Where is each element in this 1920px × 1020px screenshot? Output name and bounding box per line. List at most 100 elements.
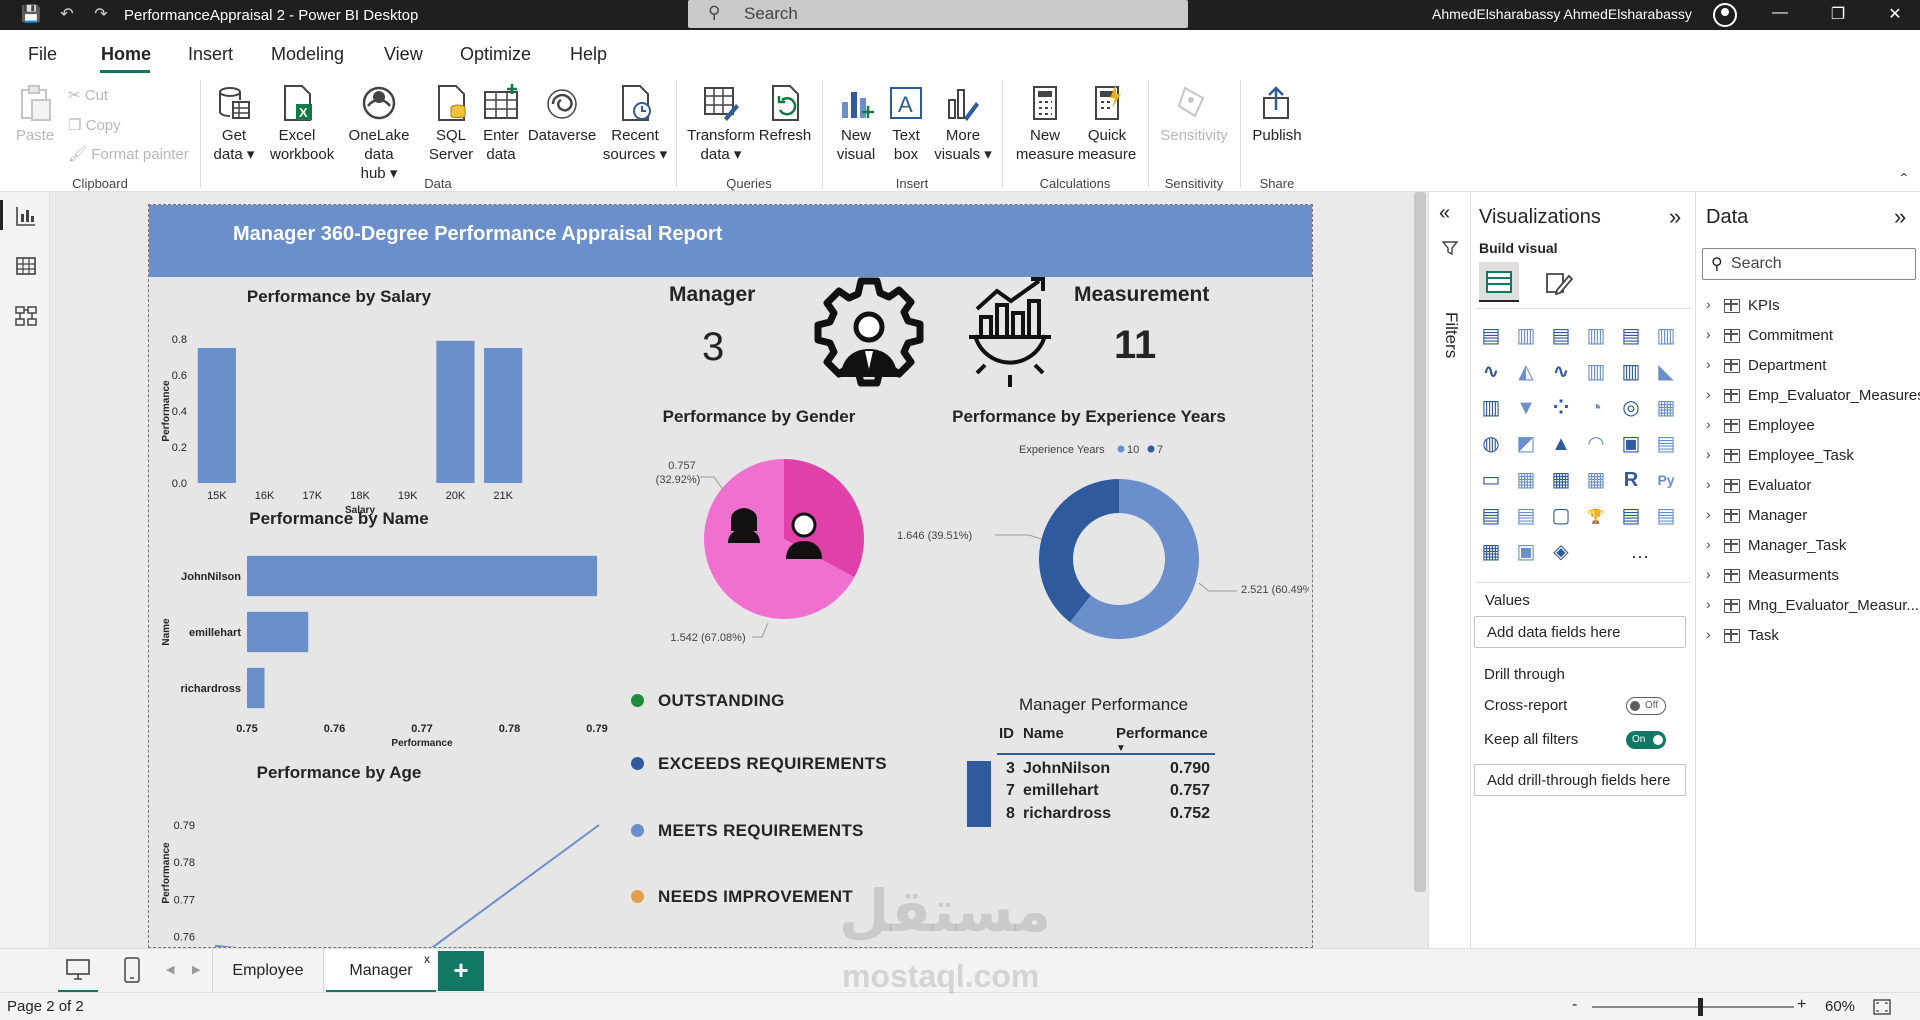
scroll-tabs-right-icon[interactable]: ▶ — [192, 963, 200, 976]
data-table-item[interactable]: › Manager — [1704, 502, 1919, 532]
zoom-out-button[interactable]: - — [1572, 996, 1577, 1014]
decomposition-visual-icon[interactable]: ▤ — [1514, 504, 1538, 528]
expand-chevron-icon[interactable]: › — [1706, 596, 1711, 612]
donut-slice[interactable] — [1039, 479, 1119, 623]
menu-help[interactable]: Help — [570, 44, 607, 65]
title-search-box[interactable]: ⚲ Search — [688, 0, 1188, 28]
stacked-column-visual-icon[interactable]: ▥ — [1514, 324, 1538, 348]
experience-donut-chart[interactable]: Experience Years 10 7 2.521 (60.49%) 1.646 (… — [889, 433, 1309, 647]
data-table-item[interactable]: › Mng_Evaluator_Measur... — [1704, 592, 1919, 622]
report-view-icon[interactable] — [14, 204, 38, 228]
qa-visual-icon[interactable]: ▢ — [1549, 504, 1573, 528]
card-visual-icon[interactable]: ▣ — [1619, 432, 1643, 456]
pie-visual-icon[interactable]: ◔ — [1584, 396, 1608, 420]
expand-filters-icon[interactable]: « — [1439, 202, 1450, 225]
table-header-id[interactable]: ID — [999, 725, 1014, 742]
data-table-item[interactable]: › KPIs — [1704, 292, 1919, 322]
refresh-button[interactable]: Refresh — [758, 84, 812, 145]
expand-chevron-icon[interactable]: › — [1706, 476, 1711, 492]
recent-sources-button[interactable]: Recent sources ▾ — [602, 84, 668, 164]
area-visual-icon[interactable]: ◭ — [1514, 360, 1538, 384]
more-visuals-button[interactable]: More visuals ▾ — [932, 84, 994, 164]
map-visual-icon[interactable]: ◍ — [1479, 432, 1503, 456]
donut-visual-icon[interactable]: ◎ — [1619, 396, 1643, 420]
new-visual-button[interactable]: New visual — [832, 84, 880, 164]
azure-map-visual-icon[interactable]: ▲ — [1549, 432, 1573, 456]
quick-measure-button[interactable]: Quick measure — [1076, 84, 1138, 164]
treemap-visual-icon[interactable]: ▦ — [1654, 396, 1678, 420]
power-apps-visual-icon[interactable]: ▤ — [1654, 504, 1678, 528]
paste-button[interactable]: Paste — [14, 84, 56, 145]
onelake-data-hub-button[interactable]: OneLake data hub ▾ — [332, 84, 426, 183]
page-tab-employee[interactable]: Employee — [212, 949, 324, 993]
build-visual-tab[interactable] — [1479, 262, 1519, 302]
zoom-slider-track[interactable] — [1592, 1006, 1794, 1008]
expand-chevron-icon[interactable]: › — [1706, 386, 1711, 402]
zoom-level[interactable]: 60% — [1825, 998, 1855, 1015]
100-column-visual-icon[interactable]: ▥ — [1654, 324, 1678, 348]
sql-server-button[interactable]: SQL Server — [428, 84, 474, 164]
more-visuals-ellipsis[interactable]: ··· — [1631, 546, 1649, 567]
gender-pie-chart[interactable]: 0.757 (32.92%) 1.542 (67.08%) — [634, 433, 894, 647]
name-bar[interactable] — [247, 611, 309, 653]
filled-map-visual-icon[interactable]: ◩ — [1514, 432, 1538, 456]
ribbon-visual-icon[interactable]: ◣ — [1654, 360, 1678, 384]
expand-chevron-icon[interactable]: › — [1706, 506, 1711, 522]
text-box-button[interactable]: A Text box — [884, 84, 928, 164]
data-table-item[interactable]: › Employee_Task — [1704, 442, 1919, 472]
data-search-input[interactable]: ⚲ Search — [1702, 248, 1916, 280]
transform-data-button[interactable]: Transform data ▾ — [686, 84, 756, 164]
redo-icon[interactable]: ↷ — [90, 4, 112, 26]
format-visual-icon[interactable] — [1543, 268, 1573, 298]
collapse-visualizations-icon[interactable]: » — [1669, 204, 1681, 230]
copy-button[interactable]: ❐ Copy — [68, 116, 121, 134]
zoom-in-button[interactable]: + — [1797, 996, 1806, 1014]
expand-chevron-icon[interactable]: › — [1706, 416, 1711, 432]
expand-chevron-icon[interactable]: › — [1706, 566, 1711, 582]
data-table-item[interactable]: › Measurments — [1704, 562, 1919, 592]
page-tab-manager[interactable]: Manager x — [326, 949, 436, 993]
table-view-icon[interactable] — [14, 254, 38, 278]
funnel-visual-icon[interactable]: ▼ — [1514, 396, 1538, 420]
salary-bar[interactable] — [436, 340, 475, 483]
r-script-visual-icon[interactable]: R — [1619, 468, 1643, 492]
cross-report-toggle[interactable]: Off — [1626, 697, 1666, 715]
excel-workbook-button[interactable]: X Excel workbook — [270, 84, 334, 164]
expand-chevron-icon[interactable]: › — [1706, 356, 1711, 372]
salary-bar[interactable] — [484, 348, 523, 483]
waterfall-visual-icon[interactable]: ▥ — [1479, 396, 1503, 420]
close-window-icon[interactable]: ✕ — [1880, 4, 1910, 24]
add-drill-through-dropzone[interactable]: Add drill-through fields here — [1474, 764, 1686, 796]
metrics-visual-icon[interactable]: ◈ — [1549, 540, 1573, 564]
user-name[interactable]: AhmedElsharabassy AhmedElsharabassy — [1432, 6, 1692, 22]
expand-chevron-icon[interactable]: › — [1706, 536, 1711, 552]
menu-optimize[interactable]: Optimize — [460, 44, 531, 65]
minimize-icon[interactable]: — — [1765, 4, 1795, 22]
close-tab-icon[interactable]: x — [424, 937, 430, 981]
mobile-layout-icon[interactable] — [124, 957, 140, 983]
expand-chevron-icon[interactable]: › — [1706, 626, 1711, 642]
add-data-fields-dropzone[interactable]: Add data fields here — [1474, 616, 1686, 648]
dataverse-button[interactable]: Dataverse — [526, 84, 598, 145]
data-table-item[interactable]: › Emp_Evaluator_Measures — [1704, 382, 1920, 412]
cut-button[interactable]: ✂ Cut — [68, 86, 108, 104]
name-bar[interactable] — [247, 667, 265, 709]
data-table-item[interactable]: › Employee — [1704, 412, 1919, 442]
menu-view[interactable]: View — [384, 44, 423, 65]
table-header-performance[interactable]: Performance — [1116, 725, 1208, 742]
publish-button[interactable]: Publish — [1248, 84, 1306, 145]
menu-home[interactable]: Home — [101, 44, 151, 65]
model-view-icon[interactable] — [14, 304, 38, 328]
line-visual-icon[interactable]: ∿ — [1479, 360, 1503, 384]
salary-bar-chart[interactable]: 0.0 0.2 0.4 0.6 0.8 15K 16K 17K 18K 19K 20K 21K Sala… — [149, 305, 629, 515]
salary-bar[interactable] — [197, 348, 236, 483]
power-automate-visual-icon[interactable]: ▣ — [1514, 540, 1538, 564]
fit-to-page-icon[interactable] — [1873, 999, 1891, 1015]
age-line-chart[interactable]: 0.76 0.77 0.78 0.79Performance — [149, 783, 629, 948]
python-visual-icon[interactable]: Py — [1654, 468, 1678, 492]
name-bar-chart[interactable]: JohnNilson emillehart richardross 0.75 0.76 0… — [149, 530, 629, 755]
canvas-vertical-scrollbar[interactable] — [1414, 192, 1426, 892]
keep-all-filters-toggle[interactable]: On — [1626, 731, 1666, 749]
table-visual-icon[interactable]: ▦ — [1549, 468, 1573, 492]
sensitivity-button[interactable]: Sensitivity — [1158, 84, 1230, 145]
